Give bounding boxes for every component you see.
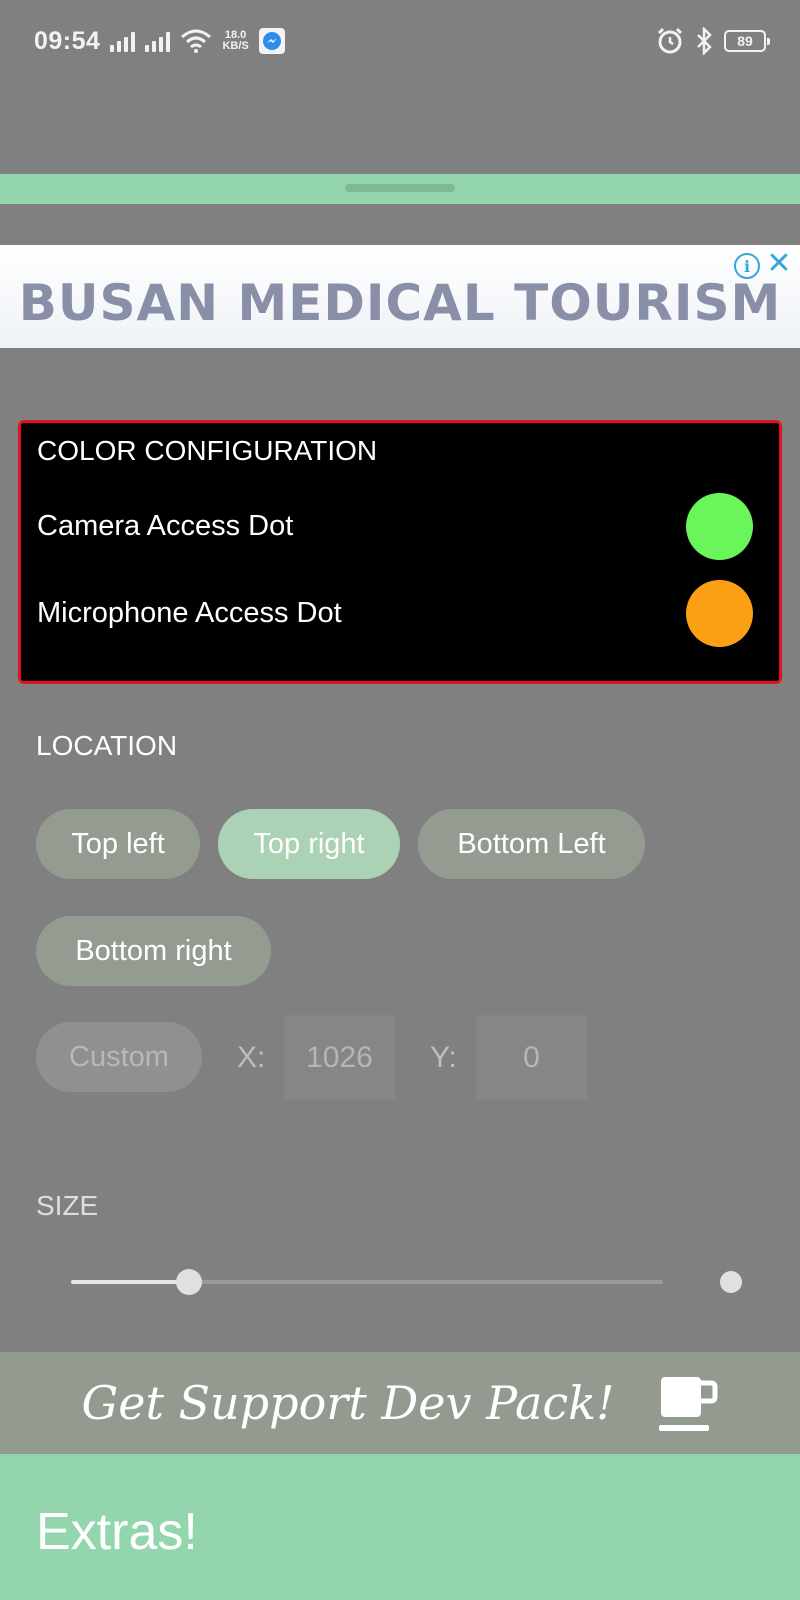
status-left: 09:54 18.0 KB/S bbox=[34, 27, 285, 56]
status-right: 89 bbox=[656, 27, 770, 55]
y-coordinate-input[interactable] bbox=[476, 1015, 587, 1100]
network-speed-unit: KB/S bbox=[222, 40, 249, 52]
microphone-dot-color-swatch[interactable] bbox=[686, 580, 753, 647]
location-top-right-chip[interactable]: Top right bbox=[218, 809, 400, 879]
size-slider-fill bbox=[71, 1280, 190, 1284]
wifi-icon bbox=[181, 29, 212, 53]
x-coordinate-label: X: bbox=[237, 1041, 266, 1074]
ad-text: BUSAN MEDICAL TOURISM bbox=[18, 273, 782, 332]
camera-dot-row[interactable]: Camera Access Dot bbox=[37, 493, 753, 560]
bluetooth-icon bbox=[697, 27, 712, 55]
ad-info-icon[interactable]: i bbox=[734, 253, 760, 279]
signal-icon-2 bbox=[145, 30, 171, 52]
sheet-handle-bar[interactable] bbox=[0, 174, 800, 204]
status-time: 09:54 bbox=[34, 26, 101, 55]
y-coordinate-label: Y: bbox=[430, 1041, 457, 1074]
network-speed: 18.0 KB/S bbox=[222, 30, 248, 52]
size-title: SIZE bbox=[36, 1190, 99, 1221]
x-coordinate-input[interactable] bbox=[284, 1015, 395, 1100]
battery-level: 89 bbox=[737, 33, 753, 49]
messenger-icon bbox=[258, 28, 285, 54]
location-bottom-left-chip[interactable]: Bottom Left bbox=[418, 809, 645, 879]
ad-banner[interactable]: BUSAN MEDICAL TOURISM i ✕ bbox=[0, 245, 800, 348]
microphone-dot-label: Microphone Access Dot bbox=[37, 597, 342, 629]
camera-dot-color-swatch[interactable] bbox=[686, 493, 753, 560]
status-bar: 09:54 18.0 KB/S 89 bbox=[0, 0, 800, 82]
location-custom-chip[interactable]: Custom bbox=[36, 1022, 202, 1092]
size-preview-dot bbox=[720, 1271, 742, 1293]
color-configuration-title: COLOR CONFIGURATION bbox=[37, 435, 378, 466]
signal-icon bbox=[110, 30, 136, 52]
alarm-icon bbox=[657, 27, 683, 54]
battery-icon: 89 bbox=[724, 30, 770, 52]
drag-handle[interactable] bbox=[345, 184, 455, 192]
microphone-dot-row[interactable]: Microphone Access Dot bbox=[37, 580, 753, 647]
extras-section[interactable]: Extras! bbox=[0, 1454, 800, 1600]
support-dev-pack-button[interactable]: Get Support Dev Pack! bbox=[0, 1352, 800, 1454]
location-title: LOCATION bbox=[36, 730, 178, 761]
size-slider[interactable] bbox=[71, 1269, 663, 1295]
camera-dot-label: Camera Access Dot bbox=[37, 510, 294, 542]
coffee-cup-icon bbox=[658, 1377, 718, 1431]
ad-close-icon[interactable]: ✕ bbox=[764, 249, 794, 279]
size-slider-thumb[interactable] bbox=[176, 1269, 203, 1295]
location-top-left-chip[interactable]: Top left bbox=[36, 809, 200, 879]
extras-title: Extras! bbox=[36, 1503, 198, 1561]
support-dev-pack-label: Get Support Dev Pack! bbox=[81, 1376, 615, 1430]
location-bottom-right-chip[interactable]: Bottom right bbox=[36, 916, 271, 986]
color-configuration-card: COLOR CONFIGURATION Camera Access Dot Mi… bbox=[18, 420, 782, 684]
